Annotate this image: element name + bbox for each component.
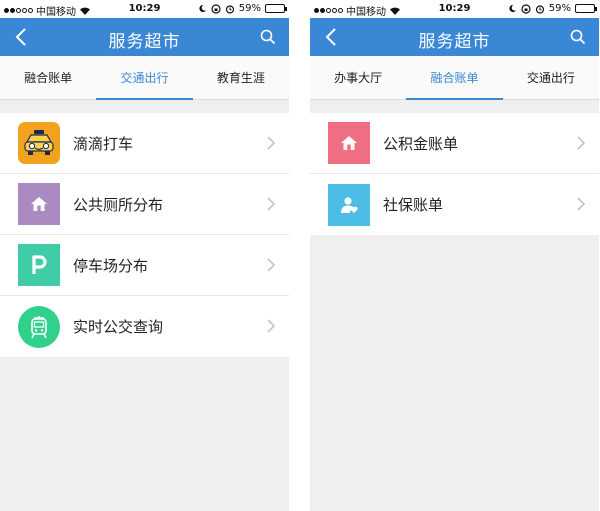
chevron-right-icon (267, 197, 276, 211)
rotation-lock-icon (521, 3, 531, 14)
navigation-bar: 服务超市 (0, 18, 289, 56)
list-item-parking[interactable]: 停车场分布 (0, 235, 289, 296)
chevron-right-icon (267, 319, 276, 333)
page-title: 服务超市 (108, 32, 181, 52)
phone-screen-right: 中国移动 10:29 59% 服务超市 办事大厅 融合账单 交通出行 公积金账单… (310, 0, 599, 511)
list-item-label: 滴滴打车 (73, 134, 134, 153)
battery-icon (575, 4, 597, 13)
search-icon (260, 29, 276, 45)
list-item-social-security[interactable]: 社保账单 (310, 174, 599, 235)
chevron-right-icon (577, 136, 586, 150)
list-item-housing-fund[interactable]: 公积金账单 (310, 113, 599, 174)
list-item-label: 公积金账单 (383, 134, 459, 153)
battery-percent: 59% (548, 3, 571, 14)
tab-bills[interactable]: 融合账单 (406, 56, 503, 100)
search-button[interactable] (567, 26, 589, 48)
home-icon (328, 122, 370, 164)
service-list: 滴滴打车 公共厕所分布 停车场分布 实时公交查询 (0, 113, 289, 357)
search-button[interactable] (257, 26, 279, 48)
phone-screen-left: 中国移动 10:29 59% 服务超市 融合账单 交通出行 教育生涯 滴滴打车 … (0, 0, 289, 511)
bus-icon (18, 305, 60, 348)
navigation-bar: 服务超市 (310, 18, 599, 56)
search-icon (570, 29, 586, 45)
list-item-label: 实时公交查询 (73, 318, 164, 336)
tab-education[interactable]: 教育生涯 (193, 56, 289, 99)
moon-icon (199, 4, 206, 13)
tab-service-hall[interactable]: 办事大厅 (310, 56, 406, 99)
list-item-bus[interactable]: 实时公交查询 (0, 296, 289, 357)
page-title: 服务超市 (418, 32, 491, 52)
list-item-didi[interactable]: 滴滴打车 (0, 113, 289, 174)
parking-icon (18, 244, 60, 286)
alarm-icon (225, 4, 234, 14)
person-heart-icon (328, 183, 370, 226)
list-item-toilets[interactable]: 公共厕所分布 (0, 174, 289, 235)
tab-transport[interactable]: 交通出行 (96, 56, 193, 100)
taxi-icon (18, 122, 60, 164)
home-icon (18, 183, 60, 225)
alarm-icon (535, 4, 544, 14)
list-item-label: 公共厕所分布 (73, 195, 164, 214)
rotation-lock-icon (211, 3, 221, 14)
chevron-right-icon (267, 136, 276, 150)
service-list: 公积金账单 社保账单 (310, 113, 599, 235)
category-tabs: 办事大厅 融合账单 交通出行 (310, 56, 599, 100)
chevron-right-icon (577, 197, 586, 211)
chevron-right-icon (267, 258, 276, 272)
category-tabs: 融合账单 交通出行 教育生涯 (0, 56, 289, 100)
status-bar: 中国移动 10:29 59% (310, 0, 599, 18)
battery-percent: 59% (238, 3, 261, 14)
screen-divider (289, 0, 310, 511)
list-item-label: 社保账单 (383, 196, 444, 214)
battery-icon (265, 4, 287, 13)
tab-bills[interactable]: 融合账单 (0, 56, 96, 99)
status-bar: 中国移动 10:29 59% (0, 0, 289, 18)
tab-transport[interactable]: 交通出行 (503, 56, 599, 99)
list-item-label: 停车场分布 (73, 256, 149, 275)
moon-icon (509, 4, 516, 13)
